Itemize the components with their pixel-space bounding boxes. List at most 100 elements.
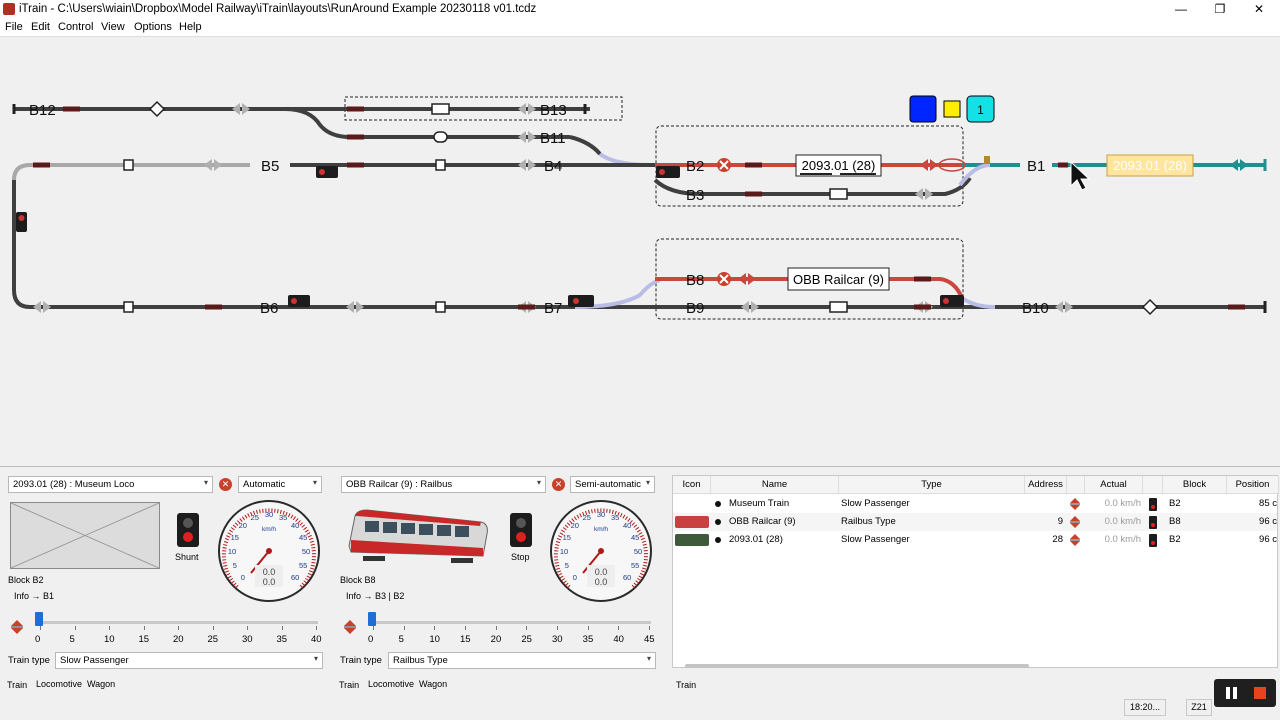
- sensors: [33, 106, 1245, 310]
- dial-tick-label: 60: [623, 573, 631, 582]
- dial-tick-label: 0: [241, 573, 245, 582]
- signal-indicator-1[interactable]: [177, 513, 199, 547]
- tab-wagon-2[interactable]: Wagon: [419, 679, 447, 689]
- train-type-select-2[interactable]: Railbus Type ▾: [388, 652, 656, 669]
- dial-tick-label: 45: [631, 533, 639, 542]
- tab-locomotive-2[interactable]: Locomotive: [368, 679, 414, 689]
- chevron-down-icon: ▾: [646, 654, 651, 663]
- speed-scale-mark: [281, 626, 283, 630]
- col-header-direction[interactable]: [1067, 476, 1085, 494]
- block-label-b1: B1: [1027, 158, 1045, 175]
- block-label-b10: B10: [1022, 300, 1049, 317]
- speed-slider-thumb-2[interactable]: [368, 612, 376, 626]
- menu-options[interactable]: Options: [134, 21, 172, 33]
- train-thumbnail: [675, 498, 709, 510]
- tab-train-1[interactable]: Train: [7, 680, 27, 690]
- speed-scale-tick: 5: [398, 634, 404, 645]
- speed-actual-2: 0.0: [595, 567, 608, 577]
- cell-type: Slow Passenger: [841, 498, 910, 509]
- train-label-b8[interactable]: OBB Railcar (9): [793, 272, 884, 287]
- speed-scale-tick: 35: [582, 634, 594, 645]
- train-table: Icon Name Type Address Actual Block Posi…: [672, 475, 1279, 668]
- col-header-signal[interactable]: [1143, 476, 1163, 494]
- dial-tick-label: 5: [233, 561, 237, 570]
- col-header-name[interactable]: Name: [711, 476, 839, 494]
- cell-position: 85 c: [1259, 498, 1277, 509]
- status-bar: 18:20... Z21: [0, 696, 1280, 720]
- train-select-2-value: OBB Railcar (9) : Railbus: [346, 479, 453, 490]
- block-label-b2: B2: [686, 158, 704, 175]
- col-header-icon[interactable]: Icon: [673, 476, 711, 494]
- menu-help[interactable]: Help: [179, 21, 202, 33]
- col-header-position[interactable]: Position: [1227, 476, 1279, 494]
- signal-label-1: Shunt: [175, 552, 199, 562]
- control-panel-1: 2093.01 (28) : Museum Loco ▾ ✕ Automatic ▾…: [0, 471, 332, 695]
- speed-scale-tick: 30: [242, 634, 253, 645]
- speed-actual-1: 0.0: [263, 567, 276, 577]
- status-dot-icon: [715, 537, 721, 543]
- track-layout-canvas[interactable]: 1 B12 B13 B11 B5 B4 B2 B3 B1 B8 B9 B6 B7…: [0, 37, 1280, 467]
- cell-actual: 0.0 km/h: [1104, 516, 1141, 527]
- title-bar: iTrain - C:\Users\wiain\Dropbox\Model Ra…: [0, 0, 1280, 19]
- train-select-2[interactable]: OBB Railcar (9) : Railbus ▾: [341, 476, 546, 493]
- speed-scale-tick: 15: [138, 634, 150, 645]
- dial-tick-label: 25: [583, 513, 591, 522]
- speed-scale-tick: 40: [613, 634, 624, 645]
- col-header-block[interactable]: Block: [1163, 476, 1227, 494]
- recording-controls: [1214, 679, 1276, 707]
- table-row[interactable]: Museum Train Slow Passenger 0.0 km/h B2 85 c: [673, 495, 1277, 513]
- tab-wagon-1[interactable]: Wagon: [87, 679, 115, 689]
- dial-tick-label: 10: [560, 547, 568, 556]
- stop-train-1-icon[interactable]: ✕: [219, 478, 232, 491]
- speed-scale-mark: [587, 626, 589, 630]
- menu-view[interactable]: View: [101, 21, 125, 33]
- tab-train-list[interactable]: Train: [676, 680, 696, 690]
- speed-slider-track-1[interactable]: [38, 621, 318, 624]
- speed-scale-tick: 20: [173, 634, 184, 645]
- tab-train-2[interactable]: Train: [339, 680, 359, 690]
- signal-lamp-red-icon: [516, 532, 526, 542]
- train-type-select-1-value: Slow Passenger: [60, 655, 129, 666]
- track-b6-b7: [12, 180, 655, 309]
- speed-slider-track-2[interactable]: [371, 621, 651, 624]
- mode-select-2[interactable]: Semi-automatic ▾: [570, 476, 655, 493]
- dial-tick-label: 60: [291, 573, 299, 582]
- cell-name: Museum Train: [729, 498, 790, 509]
- train-select-1[interactable]: 2093.01 (28) : Museum Loco ▾: [8, 476, 213, 493]
- track-diagram[interactable]: 1 B12 B13 B11 B5 B4 B2 B3 B1 B8 B9 B6 B7…: [0, 37, 1280, 467]
- col-header-address[interactable]: Address: [1025, 476, 1067, 494]
- horizontal-scrollbar[interactable]: [685, 664, 1029, 668]
- train-type-select-1[interactable]: Slow Passenger ▾: [55, 652, 323, 669]
- cell-address: 28: [1052, 534, 1063, 545]
- close-button[interactable]: ✕: [1236, 1, 1280, 18]
- chevron-down-icon: ▾: [203, 478, 208, 487]
- table-row[interactable]: OBB Railcar (9) Railbus Type 9 0.0 km/h B8 96…: [673, 513, 1277, 531]
- train-label-b1[interactable]: 2093.01 (28): [1113, 158, 1187, 173]
- system-field: Z21: [1186, 699, 1212, 716]
- menu-file[interactable]: File: [5, 21, 23, 33]
- pause-icon[interactable]: [1226, 687, 1230, 699]
- dial-tick-label: 40: [291, 521, 299, 530]
- track-b11-curve: [569, 135, 602, 156]
- block-label-b11: B11: [540, 130, 566, 147]
- direction-toggle-1-icon[interactable]: [10, 619, 24, 635]
- menu-edit[interactable]: Edit: [31, 21, 50, 33]
- col-header-actual[interactable]: Actual: [1085, 476, 1143, 494]
- dial-tick-label: 20: [239, 521, 247, 530]
- train-label-b2[interactable]: 2093.01 (28): [802, 158, 876, 173]
- stop-record-icon[interactable]: [1254, 687, 1266, 699]
- col-header-type[interactable]: Type: [839, 476, 1025, 494]
- menu-control[interactable]: Control: [58, 21, 93, 33]
- table-row[interactable]: 2093.01 (28) Slow Passenger 28 0.0 km/h B2 96…: [673, 531, 1277, 549]
- indicator-blue: [909, 95, 937, 123]
- signal-indicator-2[interactable]: [510, 513, 532, 547]
- direction-icon: [1070, 516, 1080, 528]
- block-label-b13: B13: [540, 102, 567, 119]
- speed-slider-thumb-1[interactable]: [35, 612, 43, 626]
- stop-train-2-icon[interactable]: ✕: [552, 478, 565, 491]
- window-title: iTrain - C:\Users\wiain\Dropbox\Model Ra…: [19, 3, 537, 15]
- tab-locomotive-1[interactable]: Locomotive: [36, 679, 82, 689]
- direction-toggle-2-icon[interactable]: [343, 619, 357, 635]
- mode-select-1[interactable]: Automatic ▾: [238, 476, 322, 493]
- cell-address: [1025, 495, 1063, 513]
